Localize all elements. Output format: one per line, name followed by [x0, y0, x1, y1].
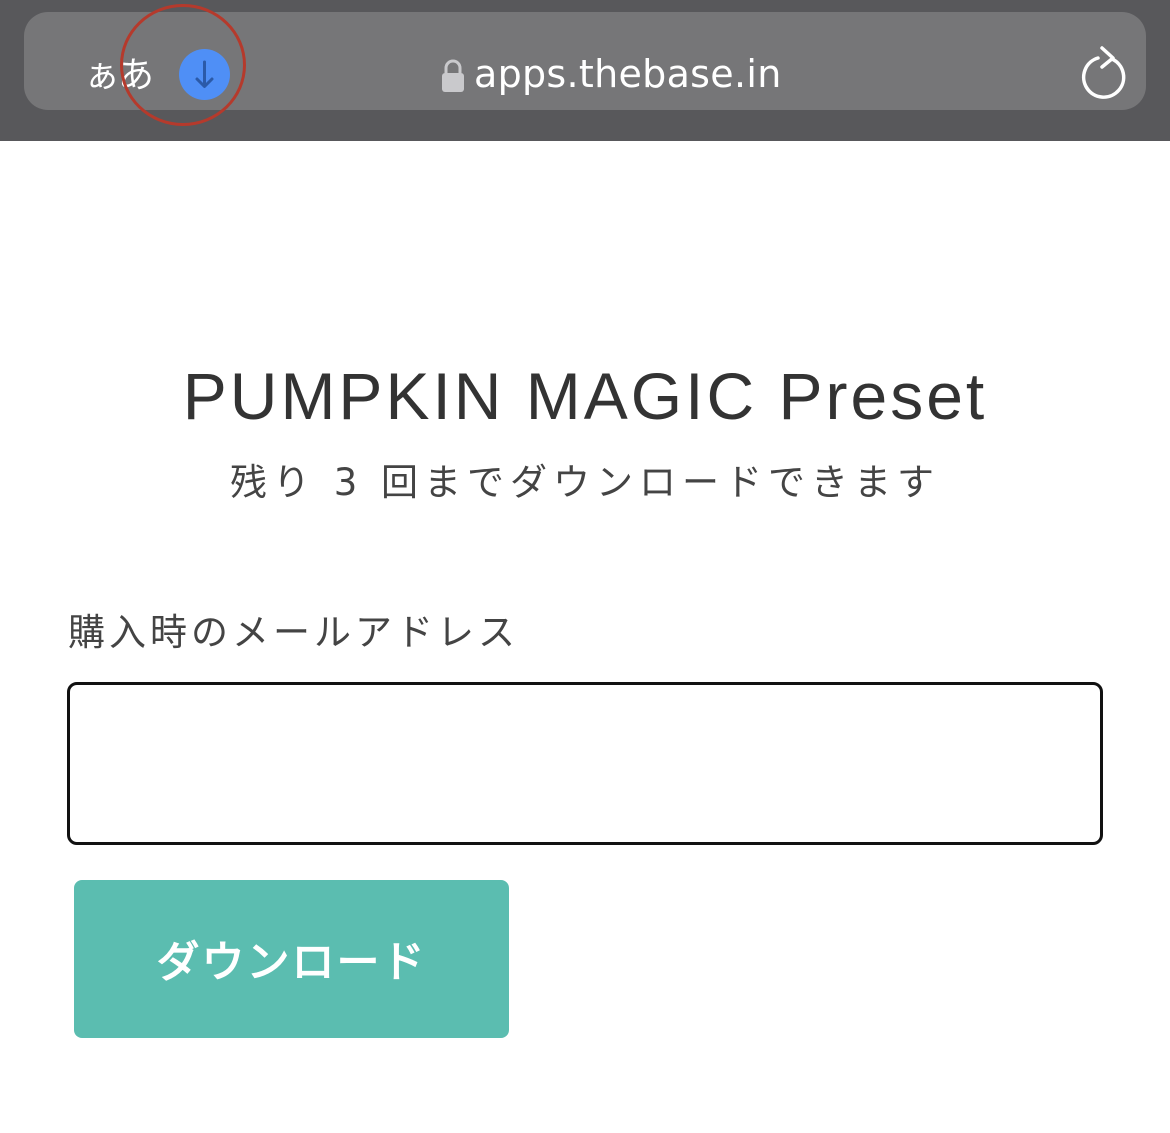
email-field[interactable] [67, 682, 1103, 845]
highlight-annotation-circle [120, 4, 246, 126]
lock-icon [442, 59, 464, 92]
url-display[interactable]: apps.thebase.in [440, 46, 782, 102]
remaining-downloads-text: 残り 3 回までダウンロードできます [229, 461, 941, 504]
email-field-label: 購入時のメールアドレス [68, 611, 519, 654]
page-title: PUMPKIN MAGIC Preset [182, 359, 988, 433]
browser-toolbar: ぁあ apps.thebase.in [0, 0, 1170, 141]
reload-icon[interactable] [1076, 44, 1132, 102]
url-text: apps.thebase.in [474, 52, 782, 96]
download-button[interactable]: ダウンロード [74, 880, 509, 1038]
